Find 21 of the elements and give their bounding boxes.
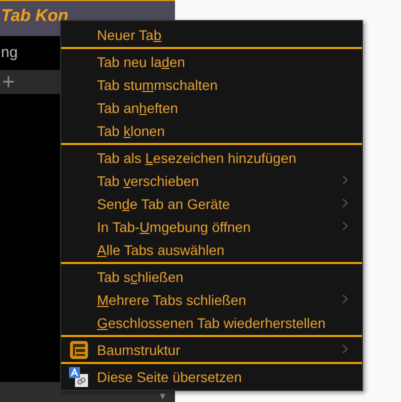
menu-item[interactable]: Tab anheften bbox=[61, 96, 362, 119]
menu-item[interactable]: Tab verschieben bbox=[61, 169, 362, 192]
menu-item[interactable]: Neuer Tab bbox=[61, 23, 362, 46]
new-tab-button[interactable]: + bbox=[0, 71, 15, 93]
menu-item[interactable]: Tab schließen bbox=[61, 265, 362, 288]
menu-item[interactable]: Sende Tab an Geräte bbox=[61, 192, 362, 215]
menu-item[interactable]: Tab stummschalten bbox=[61, 73, 362, 96]
menu-item[interactable]: Geschlossenen Tab wiederherstellen bbox=[61, 311, 362, 334]
window-title: Tab Kon bbox=[1, 6, 70, 26]
menu-item[interactable]: Mehrere Tabs schließen bbox=[61, 288, 362, 311]
menu-item[interactable]: Tab neu laden bbox=[61, 50, 362, 73]
menu-item[interactable]: Tab klonen bbox=[61, 119, 362, 142]
menu-item[interactable]: Alle Tabs auswählen bbox=[61, 238, 362, 261]
tree-icon bbox=[70, 340, 88, 358]
menu-item[interactable]: In Tab-Umgebung öffnen bbox=[61, 215, 362, 238]
menu-item[interactable]: Baumstruktur bbox=[61, 338, 362, 361]
toolbar-label: ng bbox=[1, 44, 18, 61]
dropdown-button[interactable]: ▼ bbox=[158, 391, 167, 401]
menu-item[interactable]: Tab als Lesezeichen hinzufügen bbox=[61, 146, 362, 169]
menu-item[interactable]: Diese Seite übersetzen bbox=[61, 365, 362, 388]
translate-icon bbox=[69, 366, 89, 386]
